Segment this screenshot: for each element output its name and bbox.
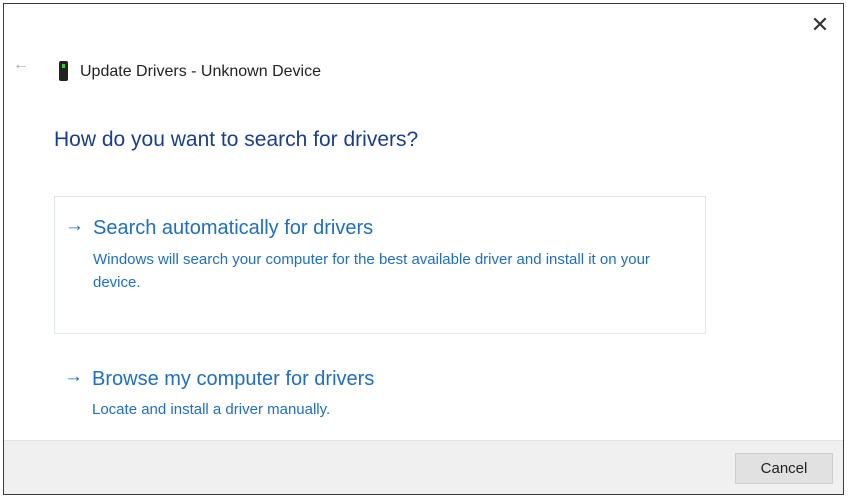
arrow-right-icon: → [64, 366, 83, 387]
dialog-window: ✕ ← Update Drivers - Unknown Device How … [3, 3, 844, 495]
browse-computer-option[interactable]: → Browse my computer for drivers Locate … [54, 364, 706, 424]
arrow-right-icon: → [65, 215, 84, 236]
footer: Cancel [4, 440, 843, 494]
cancel-button[interactable]: Cancel [735, 453, 833, 484]
option-title: Search automatically for drivers [93, 217, 374, 239]
option-description: Windows will search your computer for th… [93, 251, 650, 291]
back-arrow-icon[interactable]: ← [13, 56, 29, 74]
close-icon[interactable]: ✕ [807, 12, 833, 38]
window-title: Update Drivers - Unknown Device [80, 63, 321, 80]
page-heading: How do you want to search for drivers? [54, 128, 419, 151]
search-automatically-option[interactable]: → Search automatically for drivers Windo… [54, 196, 706, 334]
option-description: Locate and install a driver manually. [92, 401, 331, 418]
option-title: Browse my computer for drivers [92, 368, 375, 390]
device-icon [59, 61, 68, 81]
